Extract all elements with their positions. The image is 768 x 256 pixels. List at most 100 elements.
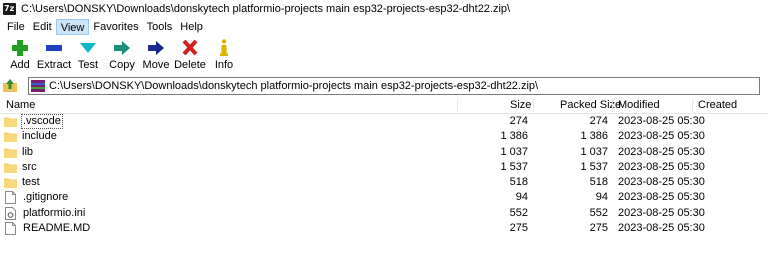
item-size: 552 bbox=[509, 206, 528, 219]
item-size: 1 037 bbox=[500, 145, 528, 158]
item-size: 274 bbox=[509, 115, 528, 127]
toolbar: Add Extract Test Copy Move Delete Info bbox=[0, 35, 768, 75]
move-button[interactable]: Move bbox=[139, 35, 173, 75]
up-folder-button[interactable] bbox=[0, 78, 20, 94]
move-label: Move bbox=[142, 59, 170, 71]
item-name: include bbox=[22, 130, 57, 143]
item-name-cell: platformio.ini bbox=[4, 206, 86, 221]
folder-icon bbox=[4, 131, 17, 143]
column-created[interactable]: Created bbox=[698, 97, 737, 114]
list-item[interactable]: .vscode 274 274 2023-08-25 05:30 bbox=[0, 114, 768, 129]
delete-button[interactable]: Delete bbox=[173, 35, 207, 75]
move-icon bbox=[148, 41, 164, 55]
7zip-app-icon bbox=[3, 3, 16, 15]
item-size: 1 537 bbox=[500, 160, 528, 173]
item-name: src bbox=[22, 160, 37, 173]
item-modified: 2023-08-25 05:30 bbox=[618, 145, 705, 158]
info-label: Info bbox=[214, 59, 234, 71]
item-modified: 2023-08-25 05:30 bbox=[618, 222, 705, 235]
column-divider[interactable] bbox=[457, 99, 458, 112]
add-label: Add bbox=[10, 59, 30, 71]
item-packed-size: 518 bbox=[589, 176, 608, 189]
test-label: Test bbox=[77, 59, 99, 71]
column-divider[interactable] bbox=[692, 99, 693, 112]
item-name-cell: .vscode bbox=[4, 114, 63, 129]
item-size: 275 bbox=[509, 222, 528, 235]
list-rows: .vscode 274 274 2023-08-25 05:30 include 1 38… bbox=[0, 114, 768, 236]
extract-icon bbox=[46, 45, 62, 51]
item-size: 94 bbox=[515, 191, 528, 204]
list-item[interactable]: test 518 518 2023-08-25 05:30 bbox=[0, 175, 768, 190]
folder-icon bbox=[4, 162, 17, 173]
menu-view[interactable]: View bbox=[55, 18, 90, 35]
item-name-cell: src bbox=[4, 160, 38, 175]
address-bar: C:\Users\DONSKY\Downloads\donskytech pla… bbox=[0, 77, 768, 95]
item-packed-size: 275 bbox=[589, 222, 608, 235]
list-item[interactable]: src 1 537 1 537 2023-08-25 05:30 bbox=[0, 160, 768, 175]
add-icon bbox=[12, 40, 28, 56]
list-item[interactable]: platformio.ini 552 552 2023-08-25 05:30 bbox=[0, 206, 768, 221]
file-list: Name Size Packed Size Modified Created .… bbox=[0, 97, 768, 256]
up-folder-icon bbox=[3, 79, 17, 92]
item-packed-size: 1 386 bbox=[580, 130, 608, 143]
copy-label: Copy bbox=[109, 59, 135, 71]
item-name: platformio.ini bbox=[23, 206, 86, 219]
item-name: .vscode bbox=[21, 114, 63, 129]
copy-button[interactable]: Copy bbox=[105, 35, 139, 75]
list-item[interactable]: include 1 386 1 386 2023-08-25 05:30 bbox=[0, 129, 768, 144]
delete-label: Delete bbox=[174, 59, 206, 71]
column-size[interactable]: Size bbox=[510, 97, 531, 114]
address-path: C:\Users\DONSKY\Downloads\donskytech pla… bbox=[49, 80, 539, 92]
copy-icon bbox=[114, 41, 130, 55]
item-name: lib bbox=[22, 145, 34, 158]
item-name-cell: include bbox=[4, 129, 58, 144]
extract-button[interactable]: Extract bbox=[37, 35, 71, 75]
item-packed-size: 94 bbox=[595, 191, 608, 204]
list-header: Name Size Packed Size Modified Created bbox=[0, 97, 768, 114]
item-size: 1 386 bbox=[500, 130, 528, 143]
item-packed-size: 1 537 bbox=[580, 160, 608, 173]
address-input[interactable]: C:\Users\DONSKY\Downloads\donskytech pla… bbox=[28, 77, 760, 95]
list-item[interactable]: lib 1 037 1 037 2023-08-25 05:30 bbox=[0, 145, 768, 160]
add-button[interactable]: Add bbox=[3, 35, 37, 75]
column-modified[interactable]: Modified bbox=[618, 97, 660, 114]
menu-edit[interactable]: Edit bbox=[29, 19, 56, 35]
item-name-cell: test bbox=[4, 175, 41, 190]
item-modified: 2023-08-25 05:30 bbox=[618, 160, 705, 173]
item-name: README.MD bbox=[23, 222, 91, 235]
item-modified: 2023-08-25 05:30 bbox=[618, 130, 705, 143]
folder-icon bbox=[4, 116, 17, 127]
extract-label: Extract bbox=[36, 59, 72, 71]
folder-icon bbox=[4, 177, 17, 189]
item-name-cell: lib bbox=[4, 145, 34, 160]
column-divider[interactable] bbox=[612, 99, 613, 112]
list-item[interactable]: README.MD 275 275 2023-08-25 05:30 bbox=[0, 221, 768, 236]
item-name: .gitignore bbox=[23, 191, 69, 204]
settings-file-icon bbox=[5, 206, 16, 220]
item-modified: 2023-08-25 05:30 bbox=[618, 115, 705, 127]
item-size: 518 bbox=[509, 176, 528, 189]
test-button[interactable]: Test bbox=[71, 35, 105, 75]
column-name[interactable]: Name bbox=[6, 97, 35, 114]
menu-help[interactable]: Help bbox=[176, 19, 207, 35]
test-icon bbox=[80, 43, 96, 53]
item-name-cell: README.MD bbox=[4, 221, 91, 236]
info-icon bbox=[220, 39, 228, 56]
item-packed-size: 274 bbox=[589, 115, 608, 127]
item-name-cell: .gitignore bbox=[4, 190, 69, 205]
menu-bar: File Edit View Favorites Tools Help bbox=[0, 18, 768, 35]
title-bar: C:\Users\DONSKY\Downloads\donskytech pla… bbox=[0, 0, 768, 18]
menu-file[interactable]: File bbox=[3, 19, 29, 35]
list-item[interactable]: .gitignore 94 94 2023-08-25 05:30 bbox=[0, 190, 768, 205]
info-button[interactable]: Info bbox=[207, 35, 241, 75]
delete-icon bbox=[182, 39, 198, 56]
zip-archive-icon bbox=[31, 80, 45, 92]
item-packed-size: 552 bbox=[589, 206, 608, 219]
menu-favorites[interactable]: Favorites bbox=[89, 19, 142, 35]
item-name: test bbox=[22, 176, 40, 189]
menu-tools[interactable]: Tools bbox=[143, 19, 177, 35]
file-icon bbox=[5, 191, 16, 205]
item-modified: 2023-08-25 05:30 bbox=[618, 206, 705, 219]
column-divider[interactable] bbox=[533, 99, 534, 112]
item-packed-size: 1 037 bbox=[580, 145, 608, 158]
